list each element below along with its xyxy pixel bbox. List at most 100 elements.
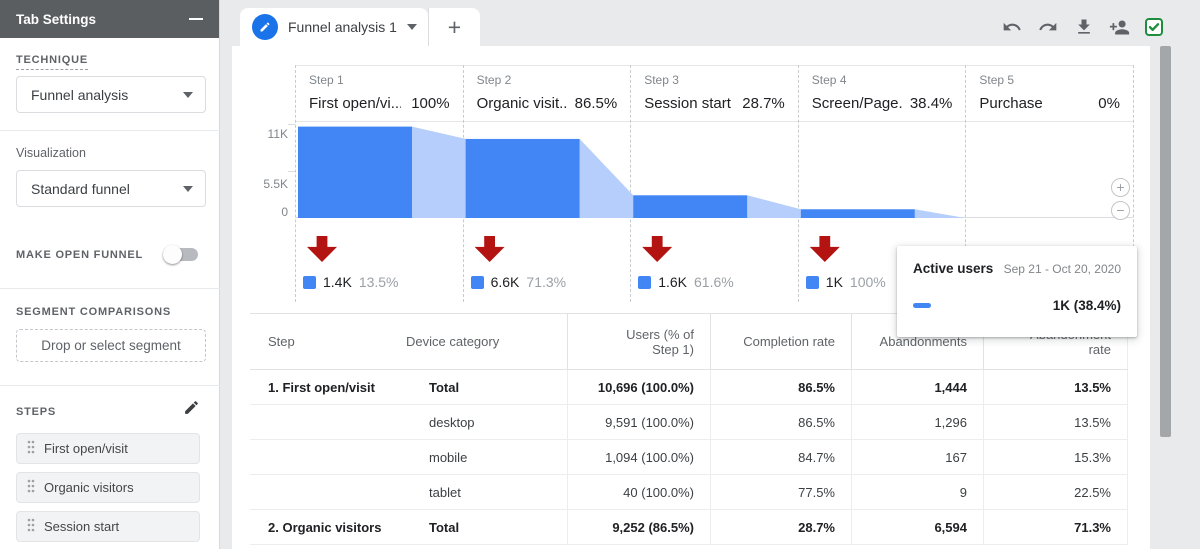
tab-label: Funnel analysis 1 — [288, 19, 397, 35]
step-chip[interactable]: Session start — [16, 511, 200, 542]
table-header-cell: Step — [250, 314, 403, 369]
abandonment-rate: 13.5% — [359, 274, 399, 290]
step-name: Organic visit... — [477, 95, 569, 112]
table-cell: 15.3% — [983, 440, 1128, 474]
tab-funnel-analysis[interactable]: Funnel analysis 1 — [240, 8, 428, 46]
step-name: Session start — [644, 95, 736, 112]
toggle-knob — [163, 245, 182, 264]
table-cell: 77.5% — [710, 475, 851, 509]
chevron-down-icon — [183, 186, 193, 192]
funnel-steps-header: Step 1First open/vi...100%Step 2Organic … — [295, 65, 1133, 122]
step-chip-label: Organic visitors — [44, 480, 134, 495]
table-cell: Total — [403, 510, 567, 544]
segment-comparisons-label: SEGMENT COMPARISONS — [16, 306, 171, 318]
drag-handle-icon[interactable] — [27, 518, 35, 535]
table-cell: 13.5% — [983, 405, 1128, 439]
vertical-scrollbar-thumb[interactable] — [1160, 46, 1171, 437]
funnel-bar — [801, 209, 915, 218]
table-header-cell: Users (% of Step 1) — [567, 314, 710, 369]
table-cell: 86.5% — [710, 370, 851, 404]
funnel-bar — [633, 195, 747, 218]
segment-drop-zone[interactable]: Drop or select segment — [16, 329, 206, 362]
technique-select[interactable]: Funnel analysis — [16, 76, 206, 113]
zoom-out-button[interactable]: − — [1111, 201, 1130, 220]
step-number-label: Step 5 — [979, 73, 1014, 87]
step-chip[interactable]: First open/visit — [16, 433, 200, 464]
add-tab-button[interactable]: + — [428, 8, 480, 46]
undo-icon[interactable] — [1002, 17, 1022, 37]
table-cell: 10,696 (100.0%) — [567, 370, 710, 404]
minimize-icon[interactable] — [189, 18, 203, 20]
zoom-in-button[interactable]: + — [1111, 178, 1130, 197]
table-cell: 28.7% — [710, 510, 851, 544]
table-cell: 2. Organic visitors — [250, 510, 403, 544]
table-cell: desktop — [403, 405, 567, 439]
abandonment-rate: 71.3% — [526, 274, 566, 290]
download-icon[interactable] — [1074, 17, 1094, 37]
funnel-transition — [747, 195, 801, 218]
tab-menu-chevron-icon[interactable] — [407, 24, 417, 30]
legend-swatch — [806, 276, 819, 289]
open-funnel-toggle[interactable] — [168, 248, 198, 261]
table-row: desktop9,591 (100.0%)86.5%1,29613.5% — [250, 405, 1128, 440]
table-cell: 9,591 (100.0%) — [567, 405, 710, 439]
visualization-label: Visualization — [16, 146, 86, 160]
step-completion-pct: 28.7% — [742, 95, 785, 112]
table-cell — [250, 405, 403, 439]
table-cell: 84.7% — [710, 440, 851, 474]
table-row: tablet40 (100.0%)77.5%922.5% — [250, 475, 1128, 510]
step-chip[interactable]: Organic visitors — [16, 472, 200, 503]
technique-value: Funnel analysis — [31, 87, 128, 103]
step-chip-label: First open/visit — [44, 441, 128, 456]
table-cell: 71.3% — [983, 510, 1128, 544]
funnel-bars — [295, 124, 1133, 218]
step-name: Screen/Page... — [812, 95, 904, 112]
visualization-select[interactable]: Standard funnel — [16, 170, 206, 207]
abandonment-rate: 61.6% — [694, 274, 734, 290]
step-completion-pct: 38.4% — [910, 95, 953, 112]
make-open-funnel-label: MAKE OPEN FUNNEL — [16, 249, 143, 261]
drag-handle-icon[interactable] — [27, 479, 35, 496]
table-cell — [250, 440, 403, 474]
funnel-transition — [580, 139, 634, 218]
y-axis-tick-mark — [288, 124, 295, 125]
abandonment-rate: 100% — [850, 274, 886, 290]
legend-swatch — [471, 276, 484, 289]
step-name: First open/vi... — [309, 95, 401, 112]
step-completion-pct: 100% — [411, 95, 449, 112]
edit-steps-pencil-icon[interactable] — [183, 399, 200, 421]
abandonment-legend: 1K 100% — [806, 274, 886, 290]
abandonment-count: 1K — [826, 274, 843, 290]
funnel-step-header: Step 1First open/vi...100% — [295, 66, 463, 121]
y-axis-tick-mark — [288, 171, 295, 172]
funnel-bar — [466, 139, 580, 218]
y-axis-tick-label: 11K — [248, 127, 288, 141]
table-cell: mobile — [403, 440, 567, 474]
step-number-label: Step 2 — [477, 73, 512, 87]
legend-swatch — [638, 276, 651, 289]
tooltip-date-range: Sep 21 - Oct 20, 2020 — [1004, 262, 1121, 276]
funnel-transition — [412, 127, 466, 218]
tab-settings-header: Tab Settings — [0, 0, 219, 38]
table-cell: 1,296 — [851, 405, 983, 439]
step-name: Purchase — [979, 95, 1071, 112]
step-number-label: Step 4 — [812, 73, 847, 87]
divider — [0, 288, 220, 289]
table-cell: 40 (100.0%) — [567, 475, 710, 509]
redo-icon[interactable] — [1038, 17, 1058, 37]
tooltip-value: 1K (38.4%) — [1053, 298, 1121, 313]
export-sheets-icon[interactable] — [1144, 17, 1164, 37]
table-row: 1. First open/visitTotal10,696 (100.0%)8… — [250, 370, 1128, 405]
drag-handle-icon[interactable] — [27, 440, 35, 457]
table-cell: 22.5% — [983, 475, 1128, 509]
divider — [0, 130, 220, 131]
table-cell: 13.5% — [983, 370, 1128, 404]
abandonment-legend: 6.6K71.3% — [471, 274, 567, 290]
funnel-bar — [298, 127, 412, 218]
funnel-step-header: Step 2Organic visit...86.5% — [463, 66, 631, 121]
table-cell: 9 — [851, 475, 983, 509]
share-users-icon[interactable] — [1109, 17, 1129, 37]
step-completion-pct: 0% — [1098, 95, 1120, 112]
table-row: mobile1,094 (100.0%)84.7%16715.3% — [250, 440, 1128, 475]
y-axis-tick-label: 0 — [248, 205, 288, 219]
